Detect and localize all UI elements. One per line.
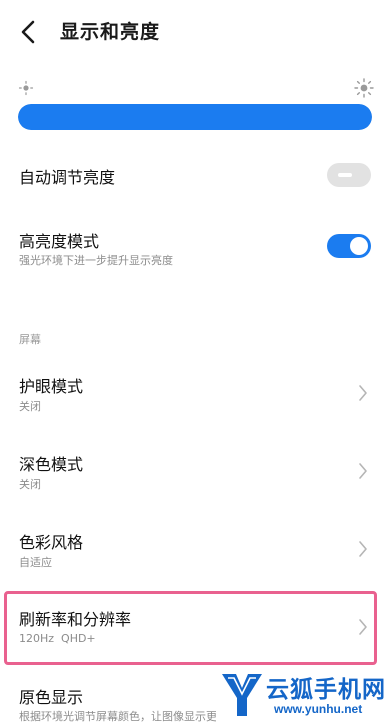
color-style-row[interactable]: 色彩风格 自适应: [0, 520, 390, 580]
auto-brightness-toggle[interactable]: [327, 163, 371, 187]
section-header-screen: 屏幕: [19, 333, 41, 346]
back-arrow-icon[interactable]: [16, 18, 40, 46]
original-color-value: 根据环境光调节屏幕颜色，让图像显示更舒适: [19, 710, 239, 723]
yunhu-logo-icon: [222, 674, 262, 716]
page-title: 显示和亮度: [60, 21, 161, 43]
eye-comfort-row[interactable]: 护眼模式 关闭: [0, 364, 390, 424]
chevron-right-icon: [359, 385, 367, 401]
toggle-knob: [338, 173, 352, 177]
watermark-brand: 云狐手机网: [266, 677, 386, 703]
refresh-rate-title: 刷新率和分辨率: [19, 610, 132, 629]
refresh-rate-value: 120Hz QHD+: [19, 632, 96, 645]
brightness-high-icon: [354, 78, 374, 98]
eye-comfort-title: 护眼模式: [19, 377, 84, 396]
color-style-value: 自适应: [19, 556, 52, 569]
eye-comfort-value: 关闭: [19, 400, 41, 413]
chevron-right-icon: [359, 541, 367, 557]
chevron-right-icon: [359, 619, 367, 635]
top-bar: 显示和亮度: [0, 0, 390, 64]
toggle-knob: [350, 237, 368, 255]
high-brightness-label: 高亮度模式: [19, 232, 100, 251]
color-style-title: 色彩风格: [19, 533, 84, 552]
dark-mode-title: 深色模式: [19, 455, 84, 474]
brightness-low-icon: [18, 80, 34, 96]
refresh-rate-resolution-row[interactable]: 刷新率和分辨率 120Hz QHD+: [0, 596, 390, 658]
dark-mode-value: 关闭: [19, 478, 41, 491]
auto-brightness-label: 自动调节亮度: [19, 168, 116, 187]
chevron-right-icon: [359, 463, 367, 479]
brightness-slider[interactable]: [18, 104, 372, 130]
brightness-control: [0, 72, 390, 132]
original-color-title: 原色显示: [19, 688, 84, 707]
dark-mode-row[interactable]: 深色模式 关闭: [0, 442, 390, 502]
watermark: 云狐手机网 www.yunhu.net: [216, 666, 390, 727]
high-brightness-row[interactable]: 高亮度模式 强光环境下进一步提升显示亮度: [0, 222, 390, 278]
auto-brightness-row[interactable]: 自动调节亮度: [0, 150, 390, 200]
high-brightness-toggle[interactable]: [327, 234, 371, 258]
brightness-slider-fill: [18, 104, 372, 130]
watermark-url: www.yunhu.net: [274, 702, 363, 716]
high-brightness-subtitle: 强光环境下进一步提升显示亮度: [19, 254, 173, 267]
